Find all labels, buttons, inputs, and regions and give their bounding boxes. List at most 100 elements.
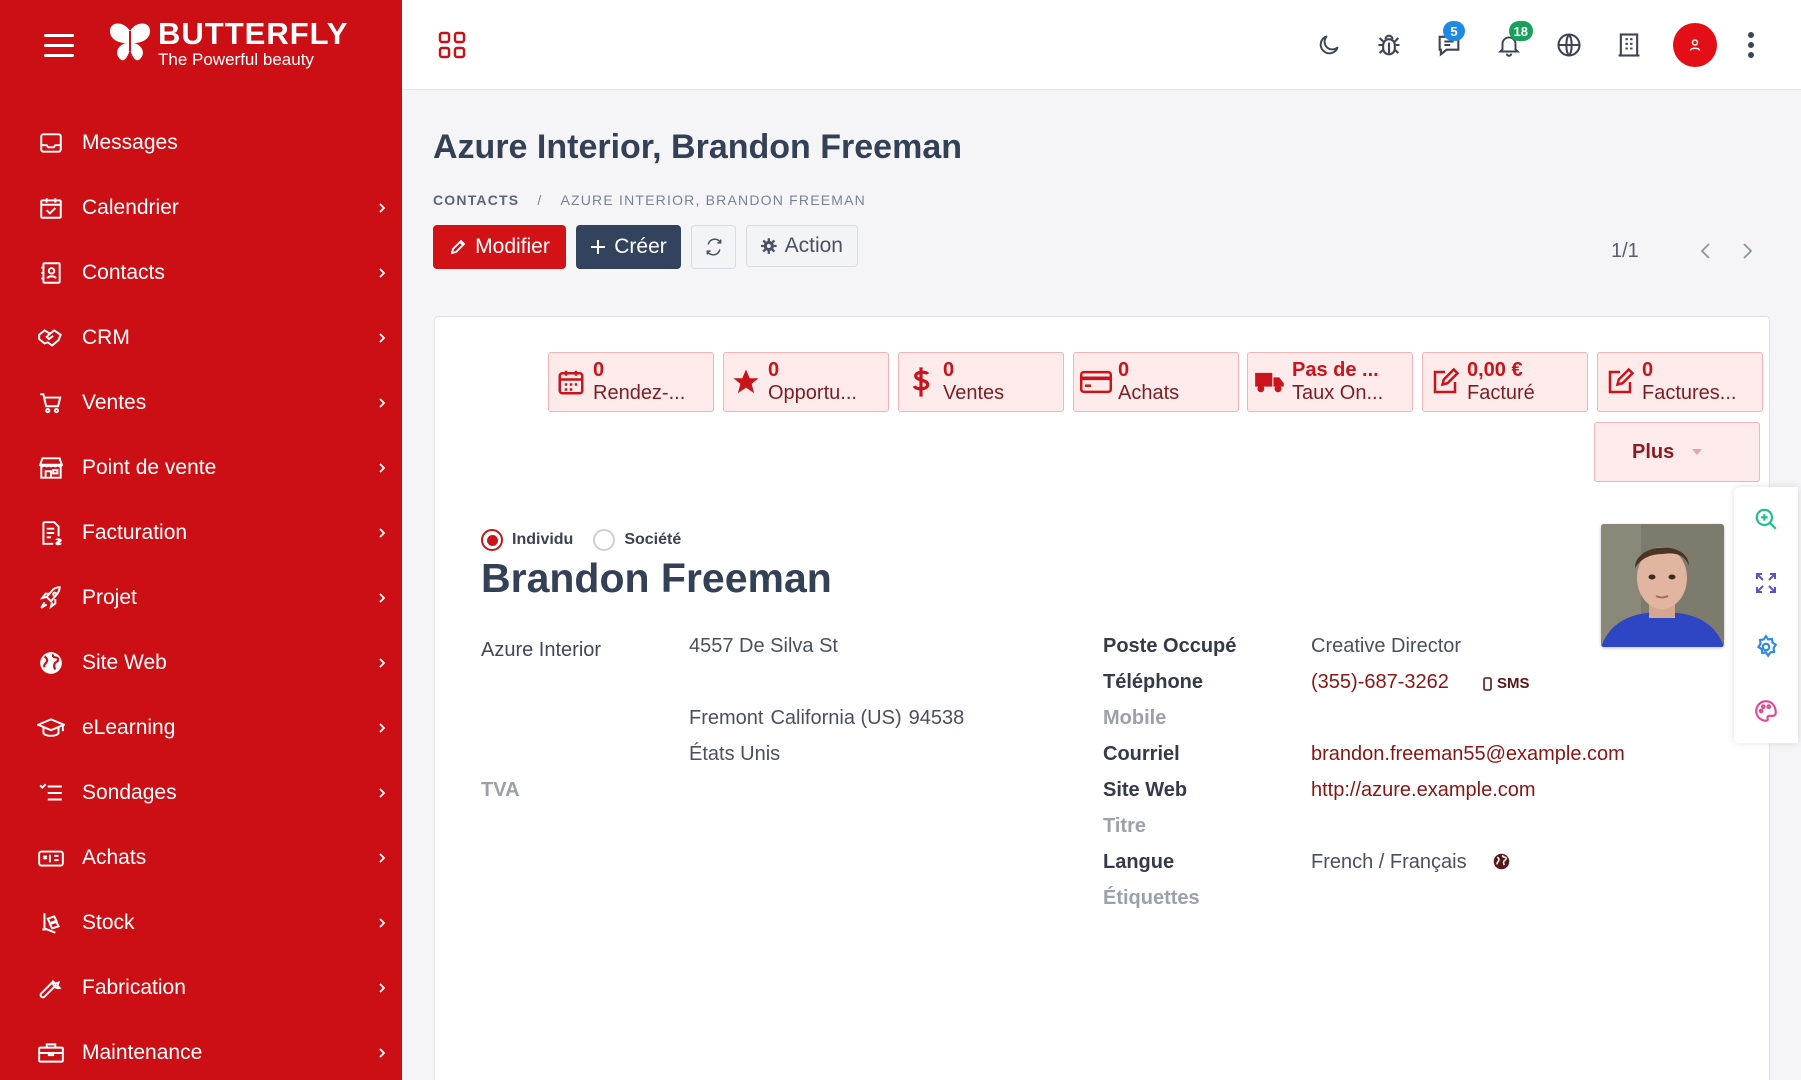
sidebar-item-messages[interactable]: Messages — [0, 110, 402, 175]
more-dropdown-button[interactable]: Plus — [1594, 422, 1760, 482]
chevron-right-icon — [362, 266, 402, 280]
smart-button-label: Factures... — [1642, 382, 1737, 404]
sidebar-item-label: Contacts — [82, 260, 165, 284]
smart-button-opportunities[interactable]: 0 Opportu... — [723, 352, 889, 412]
settings-gear-icon[interactable] — [1734, 615, 1798, 679]
chevron-right-icon — [362, 916, 402, 930]
zoom-in-icon[interactable] — [1734, 487, 1798, 551]
hamburger-menu-icon[interactable] — [44, 34, 74, 58]
action-button[interactable]: Action — [746, 225, 858, 267]
breadcrumb-contacts-link[interactable]: CONTACTS — [433, 192, 519, 208]
sidebar-item-label: Point de vente — [82, 455, 217, 479]
smart-button-purchases[interactable]: 0 Achats — [1073, 352, 1239, 412]
fullscreen-icon[interactable] — [1734, 551, 1798, 615]
bug-icon[interactable] — [1359, 15, 1419, 75]
sidebar-item-elearning[interactable]: eLearning — [0, 695, 402, 760]
sidebar-item-label: Facturation — [82, 520, 188, 544]
sms-button[interactable]: SMS — [1483, 675, 1530, 692]
smart-button-label: Facturé — [1467, 382, 1535, 404]
smart-button-value: 0 — [1118, 359, 1130, 381]
palette-icon[interactable] — [1734, 679, 1798, 743]
email-label: Courriel — [1103, 743, 1180, 765]
chevron-right-icon[interactable] — [1740, 241, 1754, 261]
contact-name: Brandon Freeman — [481, 555, 832, 601]
sidebar-item-label: Maintenance — [82, 1040, 203, 1064]
tags-label: Étiquettes — [1103, 887, 1200, 909]
refresh-button[interactable] — [691, 225, 736, 269]
company-building-icon[interactable] — [1599, 15, 1659, 75]
language-label: Langue — [1103, 851, 1175, 873]
user-avatar[interactable] — [1673, 23, 1717, 67]
apps-grid-icon[interactable] — [438, 31, 466, 59]
calendar-icon — [36, 193, 66, 223]
brand-logo[interactable]: BUTTERFLY The Powerful beauty — [106, 18, 348, 68]
floating-tools-panel — [1734, 487, 1798, 743]
caret-down-icon — [1692, 449, 1703, 455]
sidebar-item-fabrication[interactable]: Fabrication — [0, 955, 402, 1020]
radio-individual[interactable] — [481, 529, 503, 551]
language-value: French / Français — [1311, 851, 1467, 873]
breadcrumb: CONTACTS / AZURE INTERIOR, BRANDON FREEM… — [433, 192, 866, 208]
truck-icon — [1248, 352, 1292, 412]
chat-icon[interactable]: 5 — [1419, 15, 1479, 75]
smart-button-appointments[interactable]: 0 Rendez-... — [548, 352, 714, 412]
edit-button[interactable]: Modifier — [433, 225, 566, 269]
create-button-label: Créer — [614, 235, 667, 258]
language-globe-icon[interactable] — [1539, 15, 1599, 75]
address-city-line: Fremont California (US) 94538 — [689, 707, 964, 730]
radio-company[interactable] — [593, 529, 616, 551]
sidebar-item-label: Sondages — [82, 780, 177, 804]
chevron-right-icon — [362, 786, 402, 800]
more-vertical-icon[interactable] — [1731, 15, 1771, 75]
sidebar-item-contacts[interactable]: Contacts — [0, 240, 402, 305]
sidebar-item-projet[interactable]: Projet — [0, 565, 402, 630]
store-icon — [36, 453, 66, 483]
dark-mode-moon-icon[interactable] — [1299, 15, 1359, 75]
sidebar-item-maintenance[interactable]: Maintenance — [0, 1020, 402, 1080]
sidebar-item-label: Ventes — [82, 390, 147, 414]
rocket-icon — [36, 583, 66, 613]
plus-icon — [591, 240, 606, 254]
mobile-phone-icon — [1483, 676, 1492, 691]
chevron-left-icon[interactable] — [1699, 241, 1713, 261]
page-title: Azure Interior, Brandon Freeman — [433, 128, 962, 166]
sidebar-item-point-de-vente[interactable]: Point de vente — [0, 435, 402, 500]
globe-icon[interactable] — [1493, 853, 1510, 870]
sidebar-item-site-web[interactable]: Site Web — [0, 630, 402, 695]
smart-button-label: Achats — [1118, 382, 1180, 404]
smart-button-sales[interactable]: 0 Ventes — [898, 352, 1064, 412]
edit-icon — [1598, 352, 1642, 412]
phone-value[interactable]: (355)-687-3262 — [1311, 671, 1449, 694]
sidebar-item-label: Calendrier — [82, 195, 179, 219]
website-value[interactable]: http://azure.example.com — [1311, 779, 1536, 802]
sidebar-item-achats[interactable]: Achats — [0, 825, 402, 890]
stock-icon — [36, 908, 66, 938]
contact-card-icon — [36, 258, 66, 288]
sidebar-item-crm[interactable]: CRM — [0, 305, 402, 370]
bell-icon[interactable]: 18 — [1479, 15, 1539, 75]
chevron-right-icon — [362, 201, 402, 215]
sidebar-item-sondages[interactable]: Sondages — [0, 760, 402, 825]
cart-icon — [36, 388, 66, 418]
star-icon — [724, 352, 768, 412]
sidebar-item-facturation[interactable]: Facturation — [0, 500, 402, 565]
sidebar-item-ventes[interactable]: Ventes — [0, 370, 402, 435]
email-value[interactable]: brandon.freeman55@example.com — [1311, 743, 1625, 766]
sidebar-item-label: eLearning — [82, 715, 176, 739]
smart-button-value: Pas de ... — [1292, 359, 1379, 381]
smart-button-invoices[interactable]: 0 Factures... — [1597, 352, 1763, 412]
contact-form-card: 0 Rendez-... 0 Opportu... 0 Ventes 0 Ach… — [434, 316, 1770, 1080]
sidebar-item-calendrier[interactable]: Calendrier — [0, 175, 402, 240]
sidebar-item-stock[interactable]: Stock — [0, 890, 402, 955]
handshake-icon — [36, 323, 66, 353]
credit-card-icon — [1074, 352, 1118, 412]
job-position-value: Creative Director — [1311, 635, 1462, 657]
pager-value: 1/1 — [1611, 240, 1639, 262]
smart-button-on-time-rate[interactable]: Pas de ... Taux On... — [1247, 352, 1413, 412]
contact-photo[interactable] — [1601, 524, 1724, 647]
smart-button-invoiced[interactable]: 0,00 € Facturé — [1422, 352, 1588, 412]
vat-label: TVA — [481, 779, 520, 801]
company-link[interactable]: Azure Interior — [481, 639, 601, 662]
sidebar-item-label: Messages — [82, 130, 178, 154]
create-button[interactable]: Créer — [576, 225, 681, 269]
